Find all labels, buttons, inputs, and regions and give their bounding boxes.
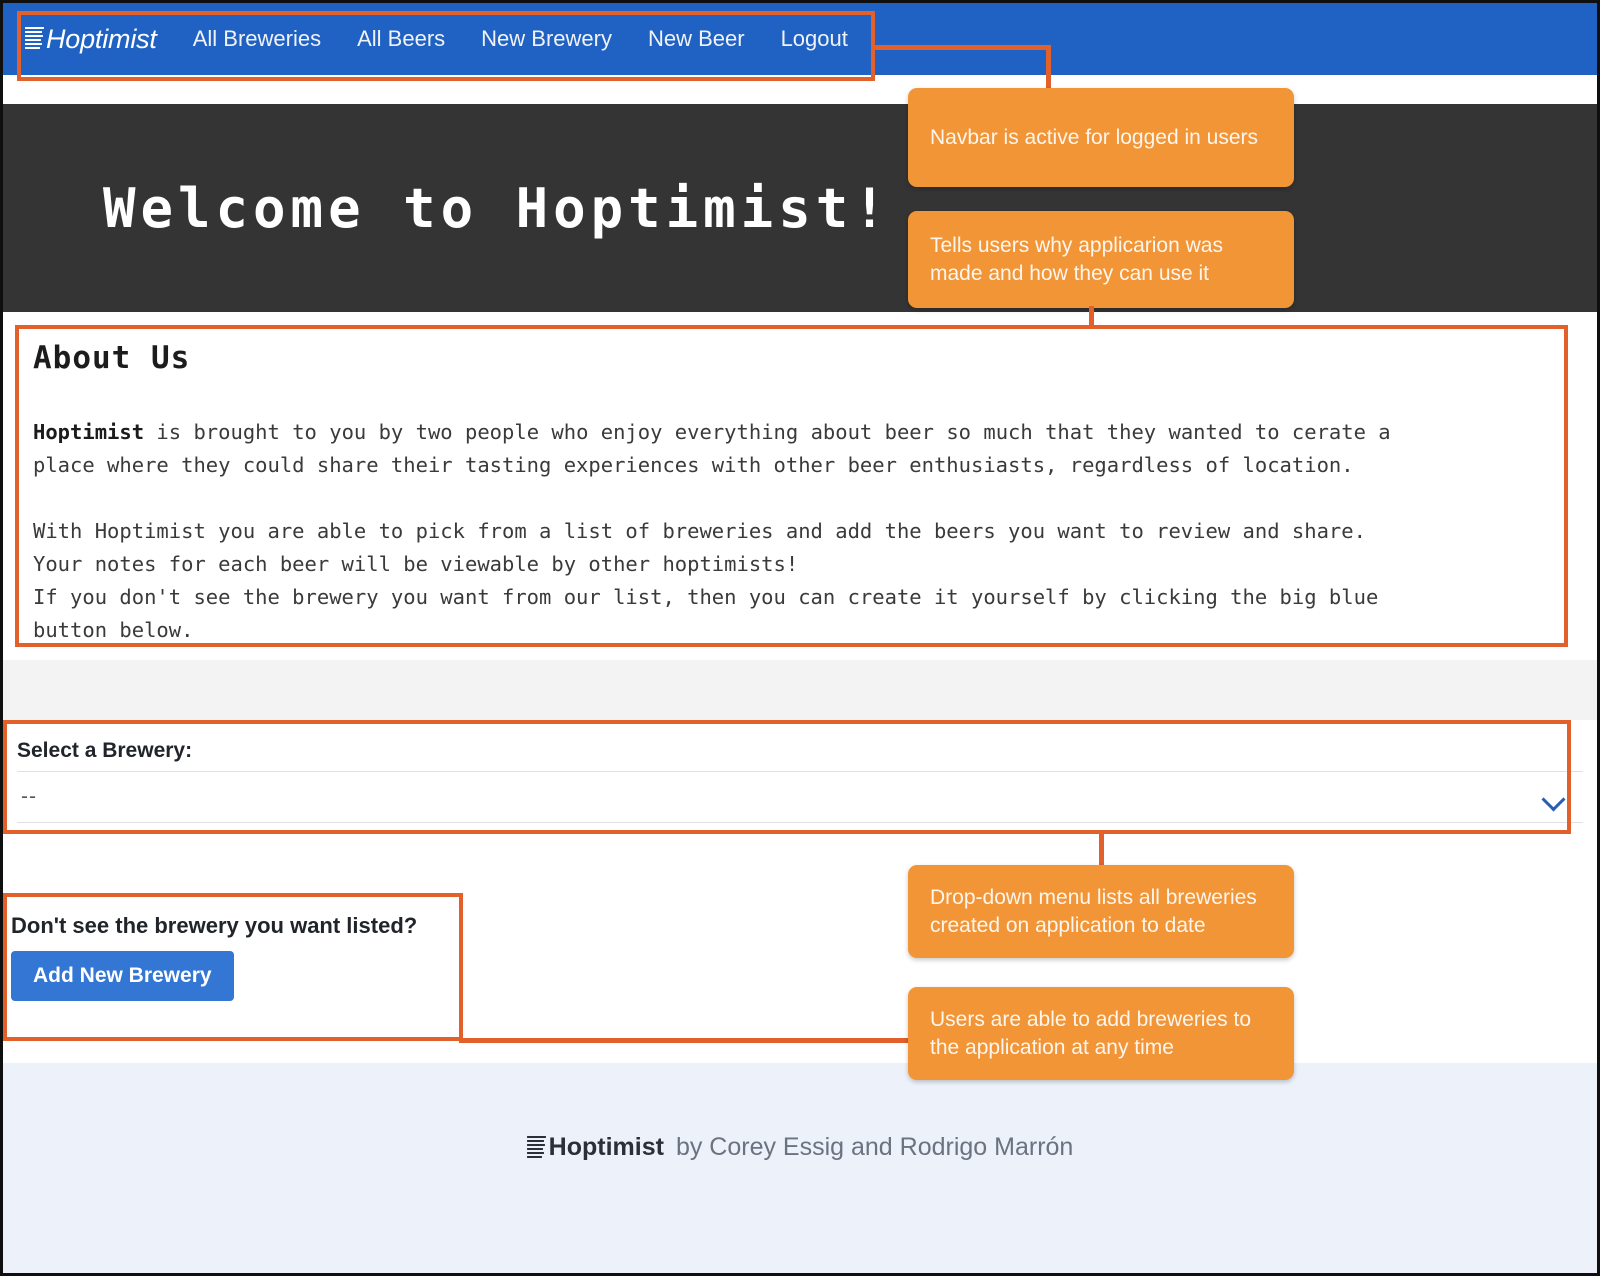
about-paragraph-2-line-2: Your notes for each beer will be viewabl… (33, 552, 799, 576)
about-section: About Us Hoptimist is brought to you by … (3, 312, 1597, 660)
connector-dropdown-vertical (1099, 832, 1104, 868)
nav-link-all-beers[interactable]: All Beers (357, 26, 445, 52)
page-title: Welcome to Hoptimist! (103, 176, 891, 240)
about-paragraph-2-line-1: With Hoptimist you are able to pick from… (33, 519, 1366, 543)
brewery-select-label: Select a Brewery: (17, 739, 193, 762)
connector-navbar-horizontal (871, 45, 1051, 50)
about-paragraph-2-line-4: button below. (33, 618, 194, 642)
brewery-select-input[interactable]: -- (17, 771, 1583, 823)
callout-navbar-note-text: Navbar is active for logged in users (930, 125, 1258, 149)
footer-content: Hoptimist by Corey Essig and Rodrigo Mar… (526, 1133, 1074, 1162)
hero-banner: Welcome to Hoptimist! (3, 104, 1597, 312)
about-brand-bold: Hoptimist (33, 420, 145, 444)
callout-about-note: Tells users why applicarion was made and… (908, 211, 1294, 308)
brewery-select-value: -- (21, 785, 37, 808)
connector-navbar-vertical (1046, 45, 1051, 93)
nav-link-logout[interactable]: Logout (781, 26, 848, 52)
footer: Hoptimist by Corey Essig and Rodrigo Mar… (3, 1063, 1597, 1273)
chevron-down-icon[interactable] (1543, 791, 1565, 804)
about-paragraph-1-line-1: is brought to you by two people who enjo… (144, 420, 1391, 444)
callout-dropdown-note: Drop-down menu lists all breweries creat… (908, 865, 1294, 958)
brewery-select-section: Select a Brewery: -- (3, 726, 1597, 826)
callout-about-note-text: Tells users why applicarion was made and… (930, 233, 1223, 285)
nav-link-all-breweries[interactable]: All Breweries (193, 26, 321, 52)
add-new-brewery-button[interactable]: Add New Brewery (11, 951, 234, 1001)
add-brewery-question: Don't see the brewery you want listed? (11, 913, 418, 938)
add-brewery-section: Don't see the brewery you want listed? A… (3, 899, 463, 1039)
navbar-brand[interactable]: Hoptimist (25, 24, 157, 55)
connector-about-vertical (1089, 306, 1094, 328)
about-paragraph-2-line-3: If you don't see the brewery you want fr… (33, 585, 1379, 609)
stacked-lines-icon (25, 26, 44, 52)
footer-credit: by Corey Essig and Rodrigo Marrón (675, 1133, 1074, 1161)
about-paragraph-2: With Hoptimist you are able to pick from… (33, 515, 1567, 647)
app-screenshot: Hoptimist All Breweries All Beers New Br… (0, 0, 1600, 1276)
section-divider-band (3, 660, 1597, 720)
navbar-brand-label: Hoptimist (46, 23, 157, 54)
callout-navbar-note: Navbar is active for logged in users (908, 88, 1294, 187)
callout-dropdown-note-text: Drop-down menu lists all breweries creat… (930, 885, 1257, 937)
nav-link-new-brewery[interactable]: New Brewery (481, 26, 612, 52)
stacked-lines-icon (526, 1135, 546, 1161)
about-paragraph-1-line-2: place where they could share their tasti… (33, 453, 1354, 477)
about-paragraph-1: Hoptimist is brought to you by two peopl… (33, 416, 1567, 482)
about-heading: About Us (33, 340, 191, 376)
navbar: Hoptimist All Breweries All Beers New Br… (3, 3, 1597, 75)
nav-link-new-beer[interactable]: New Beer (648, 26, 745, 52)
callout-add-brewery-note-text: Users are able to add breweries to the a… (930, 1007, 1251, 1059)
connector-add-brewery-horizontal (459, 1038, 911, 1043)
footer-brand-label: Hoptimist (548, 1133, 664, 1161)
navbar-links: All Breweries All Beers New Brewery New … (193, 26, 848, 52)
callout-add-brewery-note: Users are able to add breweries to the a… (908, 987, 1294, 1080)
